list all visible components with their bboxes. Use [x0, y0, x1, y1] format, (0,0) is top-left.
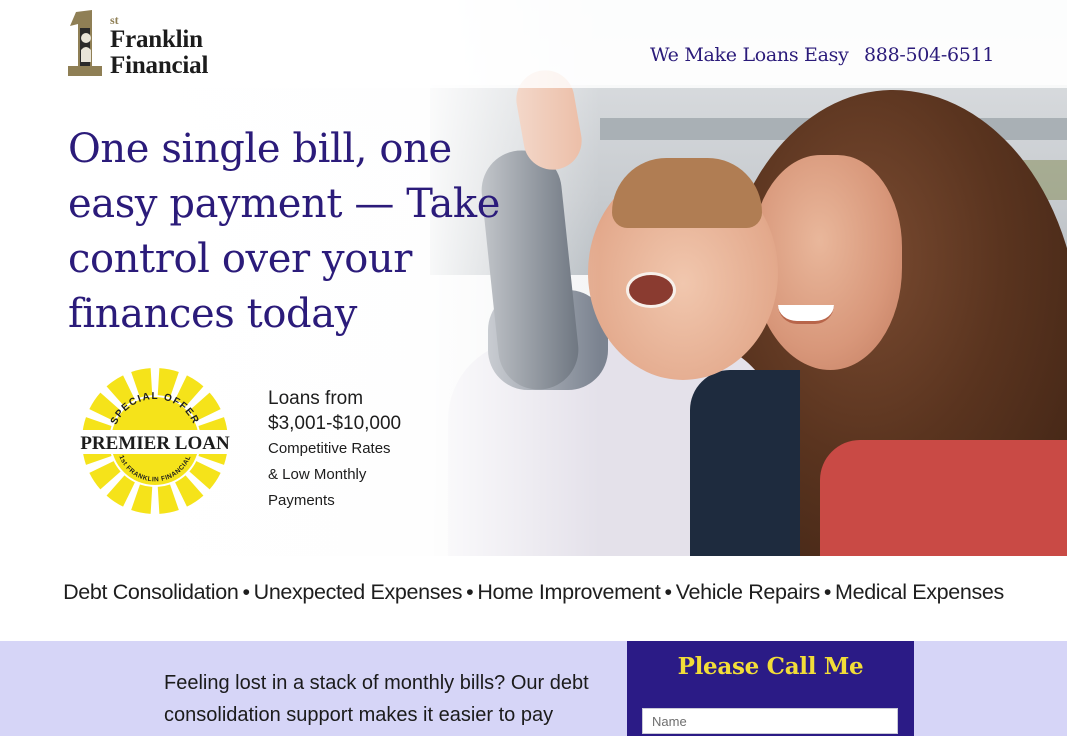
offer-line-1: Loans from	[268, 388, 364, 409]
category-debt-consolidation: Debt Consolidation	[63, 580, 239, 604]
photo-woman-shirt	[820, 440, 1067, 556]
category-list: Debt Consolidation • Unexpected Expenses • H…	[0, 580, 1067, 605]
category-separator: •	[466, 580, 474, 604]
category-medical-expenses: Medical Expenses	[835, 580, 1004, 604]
call-me-form: Please Call Me	[627, 641, 914, 736]
intro-copy: Feeling lost in a stack of monthly bills…	[164, 672, 589, 726]
category-unexpected-expenses: Unexpected Expenses	[253, 580, 463, 604]
hero-headline: One single bill, one easy payment — Take…	[68, 126, 501, 337]
landing-page: st Franklin Financial We Make Loans Easy…	[0, 0, 1067, 736]
offer-line-4: & Low Monthly	[268, 466, 367, 483]
logo-word-franklin: Franklin	[110, 26, 203, 53]
photo-child-mouth	[626, 272, 676, 308]
category-home-improvement: Home Improvement	[477, 580, 661, 604]
call-me-title: Please Call Me	[677, 653, 864, 680]
site-header: st Franklin Financial We Make Loans Easy…	[0, 0, 1067, 88]
offer-line-5: Payments	[268, 492, 335, 509]
name-field[interactable]	[642, 708, 898, 734]
offer-line-3: Competitive Rates	[268, 440, 391, 457]
offer-amount-range: $3,001-$10,000	[268, 413, 402, 434]
badge-ray	[157, 484, 179, 514]
category-separator: •	[242, 580, 250, 604]
logo-word-financial: Financial	[110, 52, 209, 79]
lower-section: Feeling lost in a stack of monthly bills…	[0, 641, 1067, 736]
logo-numeral-one-icon	[68, 10, 102, 76]
sunburst-badge-icon: SPECIAL OFFER PREMIER LOAN 1st FRANKLIN …	[80, 368, 230, 514]
brand-logo[interactable]: st Franklin Financial	[66, 10, 231, 80]
category-separator: •	[664, 580, 673, 604]
header-tagline: We Make Loans Easy	[650, 44, 849, 66]
premier-loan-badge: SPECIAL OFFER PREMIER LOAN 1st FRANKLIN …	[80, 366, 230, 516]
loan-categories-strip: Debt Consolidation • Unexpected Expenses • H…	[0, 556, 1067, 641]
loan-offer: Loans from $3,001-$10,000 Competitive Ra…	[268, 386, 468, 514]
badge-ray	[131, 484, 153, 514]
badge-main-text: PREMIER LOAN	[80, 433, 230, 454]
category-separator: •	[823, 580, 832, 604]
category-vehicle-repairs: Vehicle Repairs	[675, 580, 820, 604]
photo-child-hair	[612, 158, 762, 228]
header-phone-link[interactable]: 888-504-6511	[864, 44, 994, 66]
photo-child-shirt-dark	[690, 370, 800, 556]
